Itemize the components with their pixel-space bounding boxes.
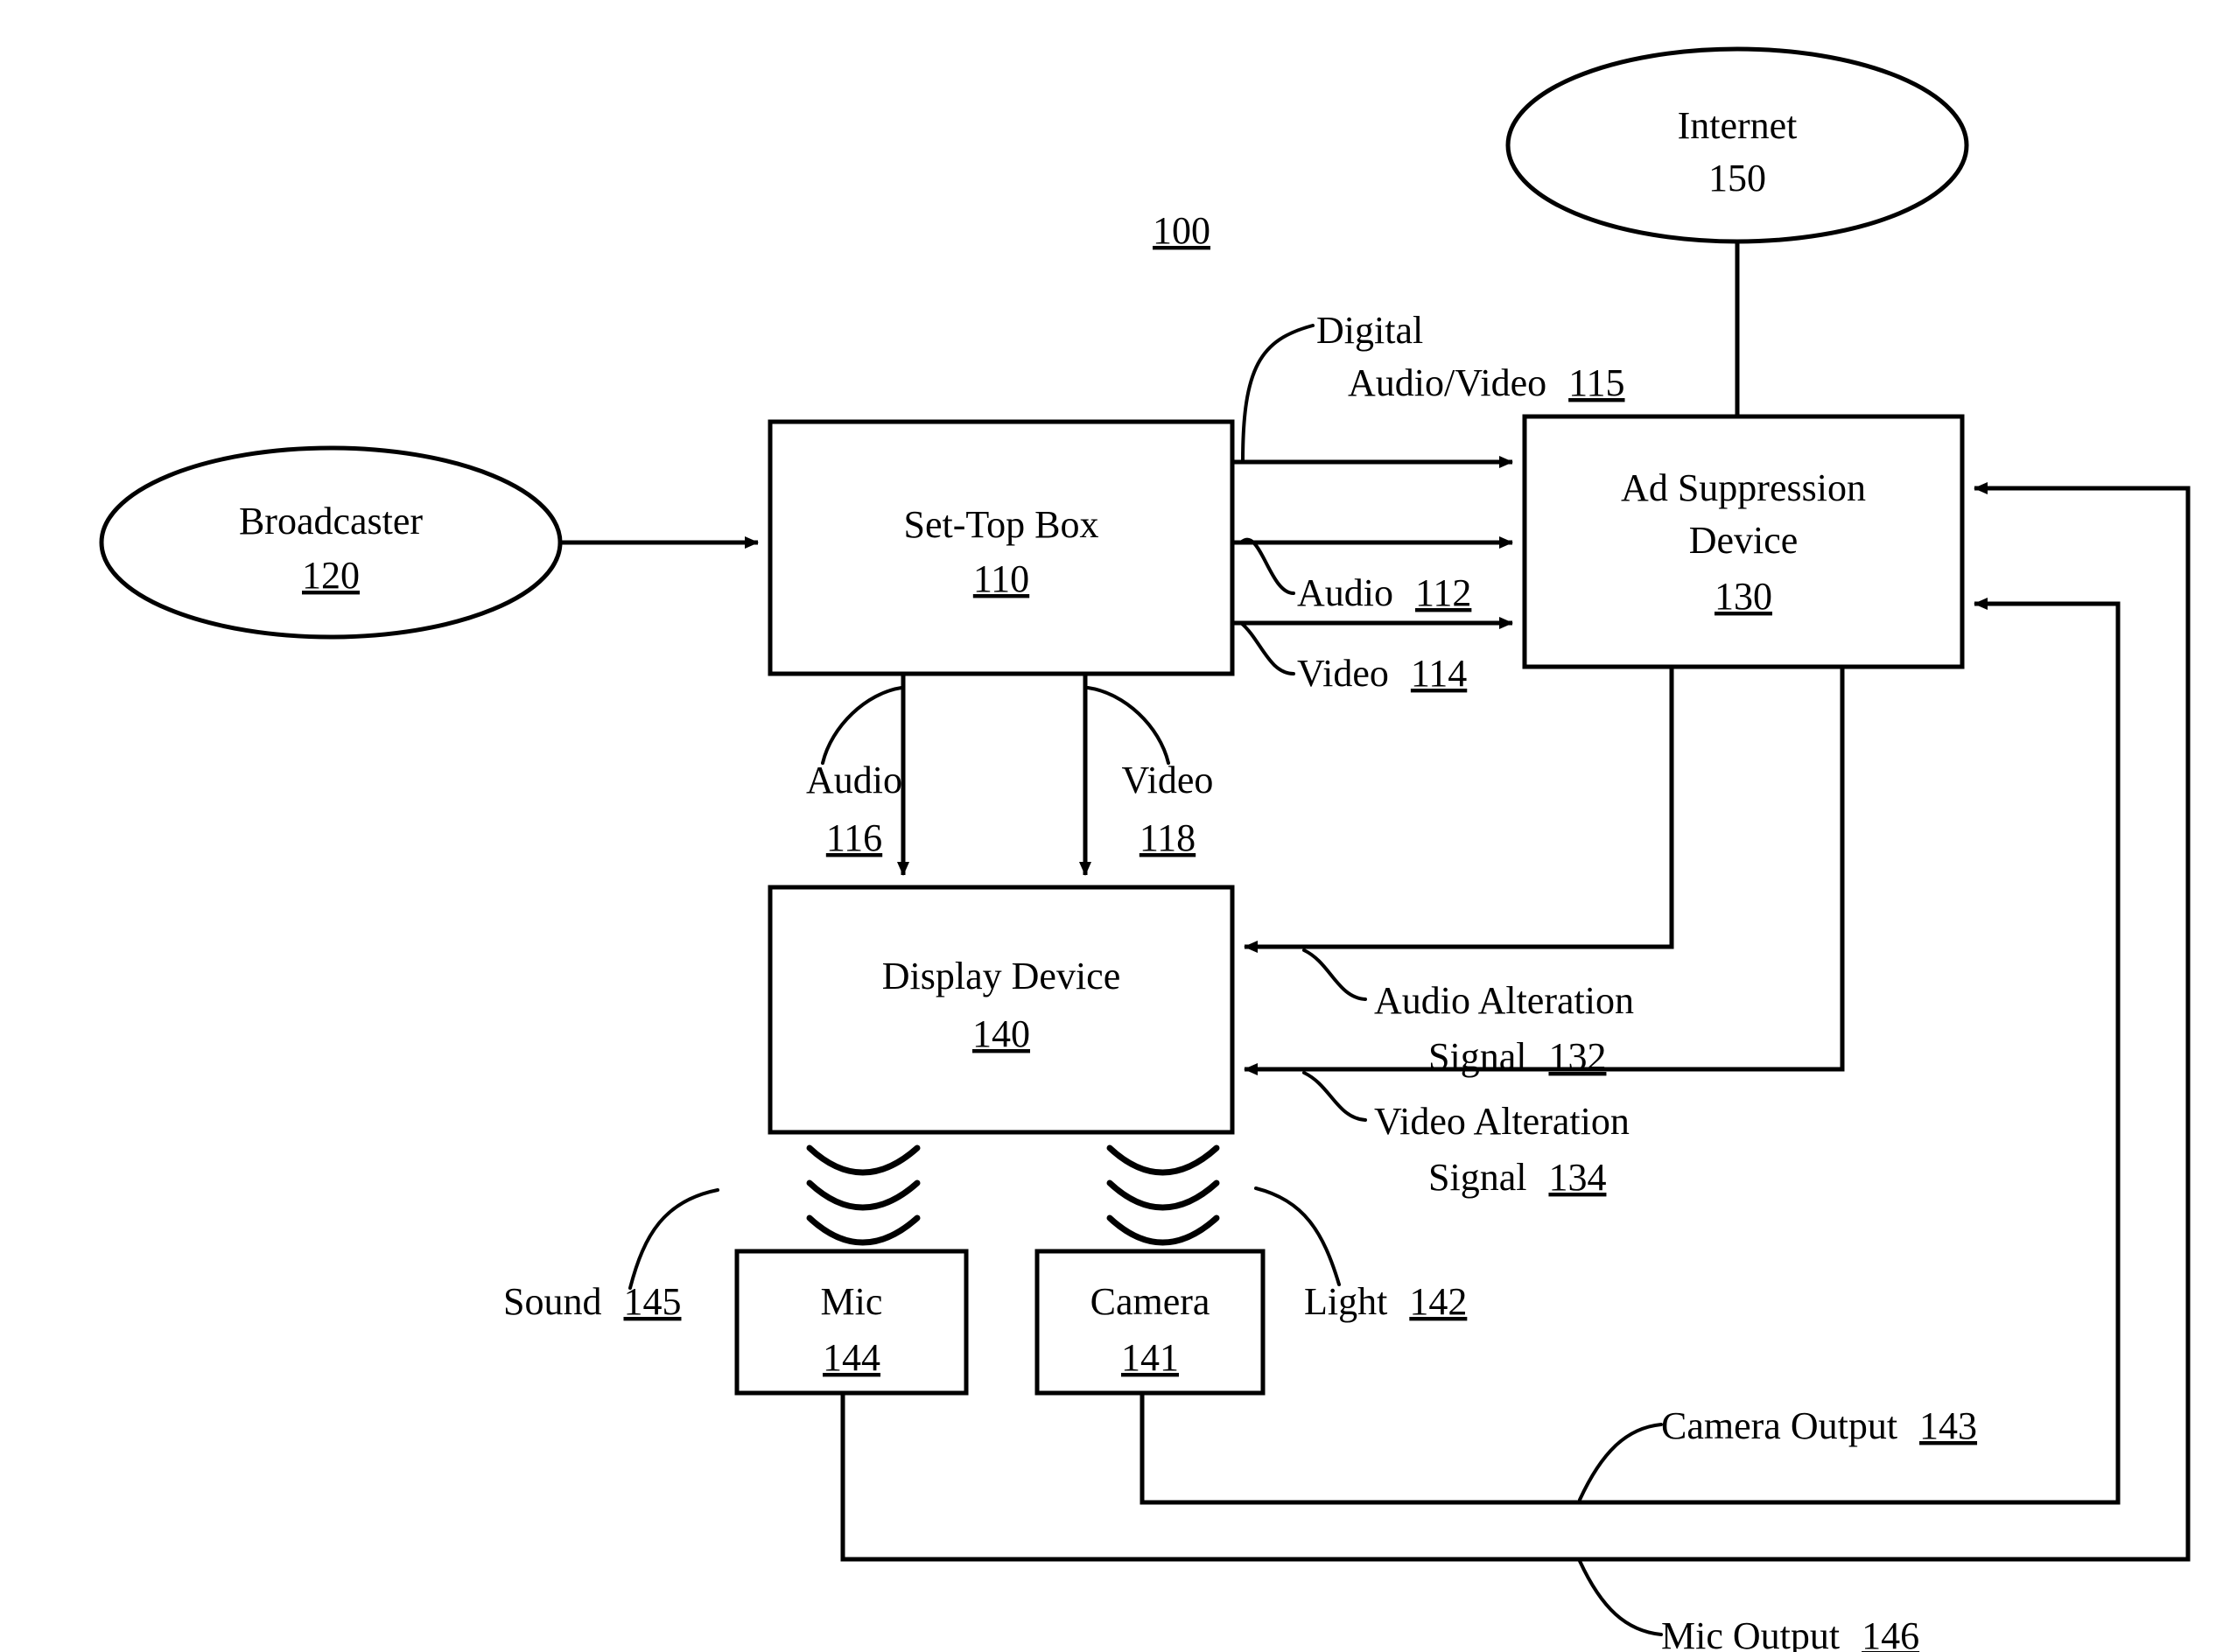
ad-suppression-device-title-line2: Device (1689, 519, 1799, 562)
camera-ref: 141 (1121, 1336, 1179, 1379)
ad-suppression-device-title-line1: Ad Suppression (1621, 466, 1866, 509)
set-top-box-ref: 110 (973, 557, 1029, 600)
sound-wave-arc-3-icon (806, 1214, 921, 1246)
conn-camera-output-143 (1140, 598, 2121, 1505)
broadcaster-node (99, 445, 563, 640)
light-wave-arc-3-icon (1106, 1214, 1220, 1246)
camera-output-label: Camera Output 143 (1661, 1404, 1977, 1447)
internet-ref: 150 (1708, 157, 1766, 200)
leader-audio-alteration (1302, 948, 1367, 1001)
mic-ref: 144 (823, 1336, 880, 1379)
leader-camera-output (1578, 1423, 1663, 1502)
digital-av-label-line1: Digital (1316, 309, 1423, 352)
leader-light-142 (1254, 1186, 1341, 1286)
audio-112-label: Audio 112 (1297, 571, 1471, 614)
video-118-label-line1: Video (1122, 759, 1214, 802)
video-alteration-label-line1: Video Alteration (1374, 1100, 1630, 1143)
digital-av-label-line2: Audio/Video 115 (1348, 361, 1625, 404)
patent-figure: 100 Broadcaster 120 Internet 150 Set-Top… (0, 0, 2230, 1652)
mic-output-label: Mic Output 146 (1661, 1614, 1919, 1652)
sound-wave-arc-1-icon (806, 1144, 921, 1176)
broadcaster-ref: 120 (302, 554, 360, 597)
leader-sound-145 (628, 1188, 719, 1290)
leader-audio-112 (1239, 537, 1295, 595)
audio-116-label-ref: 116 (826, 816, 882, 859)
conn-audio-alteration-132 (1244, 667, 1674, 953)
sound-145-label: Sound 145 (503, 1280, 681, 1323)
leader-audio-116 (821, 686, 903, 765)
video-118-label-ref: 118 (1140, 816, 1196, 859)
figure-number: 100 (1153, 209, 1210, 252)
diagram-canvas: 100 Broadcaster 120 Internet 150 Set-Top… (99, 46, 2191, 1652)
video-alteration-label-line2: Signal 134 (1428, 1156, 1606, 1199)
ad-suppression-device-ref: 130 (1715, 575, 1772, 618)
internet-title: Internet (1678, 104, 1798, 147)
leader-video-118 (1086, 686, 1170, 765)
sound-wave-arc-2-icon (806, 1180, 921, 1211)
leader-mic-output (1578, 1559, 1663, 1636)
display-device-node (768, 885, 1235, 1135)
light-wave-arc-2-icon (1106, 1180, 1220, 1211)
leader-video-114 (1239, 621, 1295, 676)
set-top-box-node (768, 419, 1235, 676)
display-device-ref: 140 (972, 1012, 1030, 1055)
leader-video-alteration (1302, 1071, 1367, 1122)
video-114-label: Video 114 (1297, 652, 1467, 695)
display-device-title: Display Device (882, 955, 1120, 998)
leader-digital-av (1241, 324, 1315, 464)
light-wave-arc-1-icon (1106, 1144, 1220, 1176)
light-142-label: Light 142 (1304, 1280, 1467, 1323)
audio-alteration-label-line1: Audio Alteration (1374, 979, 1634, 1022)
camera-title: Camera (1090, 1280, 1210, 1323)
audio-116-label-line1: Audio (806, 759, 902, 802)
mic-title: Mic (821, 1280, 883, 1323)
audio-alteration-label-line2: Signal 132 (1428, 1035, 1606, 1078)
broadcaster-title: Broadcaster (239, 500, 423, 542)
set-top-box-title: Set-Top Box (903, 503, 1098, 546)
